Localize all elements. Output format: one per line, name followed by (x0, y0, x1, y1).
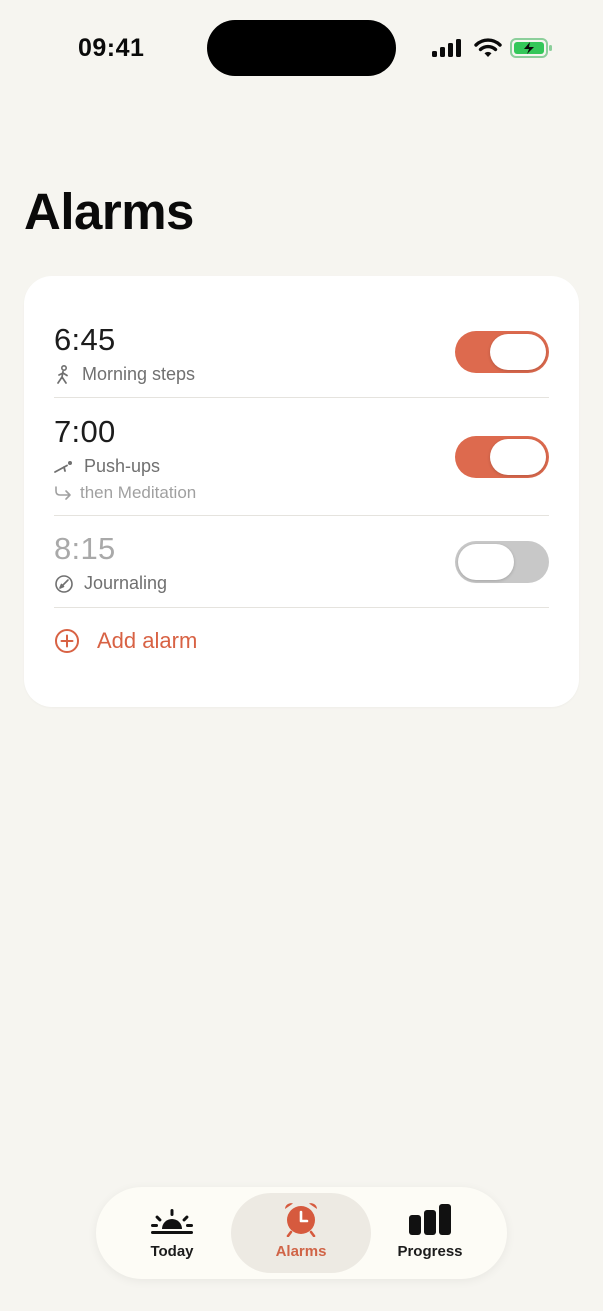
alarms-card: 6:45 Morning steps 7:00 Push-ups then Me… (24, 276, 579, 707)
tab-today[interactable]: Today (102, 1193, 242, 1273)
pushup-icon (54, 460, 72, 473)
wifi-icon (474, 38, 502, 57)
walking-icon (57, 364, 68, 384)
tab-label: Alarms (275, 1243, 327, 1260)
alarm-clock-icon (285, 1203, 317, 1237)
battery-charging-icon (510, 38, 552, 58)
alarms-screen: 09:41 Alarms 6:45 Morning steps 7:00 Pus… (0, 0, 603, 1311)
status-time: 09:41 (78, 34, 145, 62)
toggle-knob (490, 439, 546, 475)
journal-icon (55, 574, 73, 593)
alarm-habit: Push-ups (84, 456, 161, 476)
alarm-toggle[interactable] (455, 541, 549, 583)
alarm-habit: Morning steps (82, 364, 196, 384)
sunrise-icon (151, 1209, 193, 1234)
plus-circle-icon (55, 629, 79, 653)
status-icons (431, 37, 554, 59)
alarm-row[interactable]: 8:15 Journaling (54, 531, 549, 601)
add-alarm-label: Add alarm (97, 628, 198, 653)
row-divider (54, 515, 549, 516)
row-divider (54, 607, 549, 608)
bar-chart-icon (409, 1204, 451, 1235)
alarm-toggle[interactable] (455, 331, 549, 373)
add-alarm-button[interactable]: Add alarm (54, 628, 197, 654)
cellular-signal-icon (432, 39, 461, 57)
alarm-row[interactable]: 7:00 Push-ups then Meditation (54, 414, 549, 510)
tab-bar: Today Alarms Progress (96, 1187, 507, 1279)
alarm-row[interactable]: 6:45 Morning steps (54, 322, 549, 392)
dynamic-island (207, 20, 396, 76)
toggle-knob (458, 544, 514, 580)
tab-label: Progress (397, 1243, 463, 1260)
alarm-toggle[interactable] (455, 436, 549, 478)
tab-label: Today (150, 1243, 194, 1260)
alarm-habit: Journaling (84, 573, 168, 593)
toggle-knob (490, 334, 546, 370)
row-divider (54, 397, 549, 398)
chain-arrow-icon (55, 486, 71, 500)
tab-progress[interactable]: Progress (360, 1193, 500, 1273)
alarm-chain-text: then Meditation (80, 483, 197, 502)
tab-alarms[interactable]: Alarms (231, 1193, 371, 1273)
page-title: Alarms (24, 183, 194, 240)
